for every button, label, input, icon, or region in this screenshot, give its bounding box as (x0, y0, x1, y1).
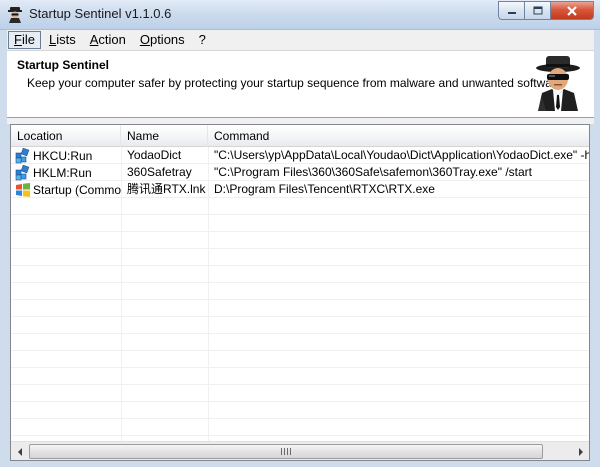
arrow-right-icon (578, 447, 583, 456)
list-body: HKCU:Run YodaoDict "C:\Users\yp\AppData\… (11, 147, 589, 441)
minimize-icon (507, 11, 516, 14)
menu-file[interactable]: File (8, 31, 41, 49)
location-cell: Startup (Common) (15, 181, 121, 198)
windows-flag-icon (16, 182, 30, 197)
scroll-right-button[interactable] (572, 443, 589, 460)
header-subtitle: Keep your computer safer by protecting y… (27, 76, 563, 90)
close-button[interactable] (550, 1, 594, 20)
scrollbar-thumb[interactable] (29, 444, 543, 459)
column-header-name[interactable]: Name (121, 125, 208, 147)
header-title: Startup Sentinel (17, 58, 110, 72)
horizontal-scrollbar[interactable] (11, 441, 589, 460)
scroll-left-button[interactable] (11, 443, 28, 460)
command-cell: "C:\Users\yp\AppData\Local\Youdao\Dict\A… (214, 148, 589, 162)
registry-icon (15, 147, 30, 163)
agent-icon (8, 7, 22, 23)
title-bar[interactable]: Startup Sentinel v1.1.0.6 (0, 0, 600, 30)
location-text: HKCU:Run (33, 148, 93, 163)
command-cell: D:\Program Files\Tencent\RTXC\RTX.exe (214, 182, 435, 196)
location-cell: HKLM:Run (15, 164, 121, 181)
grip-icon (281, 448, 291, 455)
menu-lists[interactable]: Lists (43, 31, 82, 49)
name-cell: YodaoDict (127, 148, 182, 162)
menu-bar: File Lists Action Options ? (7, 30, 594, 50)
name-cell: 腾讯通RTX.lnk (127, 182, 206, 196)
header-panel: Startup Sentinel Keep your computer safe… (7, 50, 594, 118)
name-cell: 360Safetray (127, 165, 192, 179)
table-row[interactable]: HKCU:Run YodaoDict "C:\Users\yp\AppData\… (11, 147, 589, 164)
caption-buttons (498, 1, 594, 20)
location-text: Startup (Common) (33, 182, 121, 197)
close-icon (567, 5, 577, 16)
list-header: Location Name Command (11, 125, 589, 147)
column-header-location[interactable]: Location (11, 125, 121, 147)
table-row[interactable]: Startup (Common) 腾讯通RTX.lnk D:\Program F… (11, 181, 589, 198)
startup-list-view[interactable]: Location Name Command HKCU:Run YodaoDict… (10, 124, 590, 461)
location-text: HKLM:Run (33, 165, 92, 180)
table-row[interactable]: HKLM:Run 360Safetray "C:\Program Files\3… (11, 164, 589, 181)
registry-icon (15, 164, 30, 180)
column-header-command[interactable]: Command (208, 125, 589, 147)
maximize-button[interactable] (524, 1, 550, 20)
menu-help[interactable]: ? (193, 31, 212, 49)
minimize-button[interactable] (498, 1, 524, 20)
menu-options[interactable]: Options (134, 31, 191, 49)
menu-action[interactable]: Action (84, 31, 132, 49)
window-title: Startup Sentinel v1.1.0.6 (29, 6, 172, 21)
command-cell: "C:\Program Files\360\360Safe\safemon\36… (214, 165, 532, 179)
maximize-icon (533, 6, 542, 14)
agent-logo-icon (536, 56, 580, 111)
arrow-left-icon (17, 447, 22, 456)
location-cell: HKCU:Run (15, 147, 121, 164)
